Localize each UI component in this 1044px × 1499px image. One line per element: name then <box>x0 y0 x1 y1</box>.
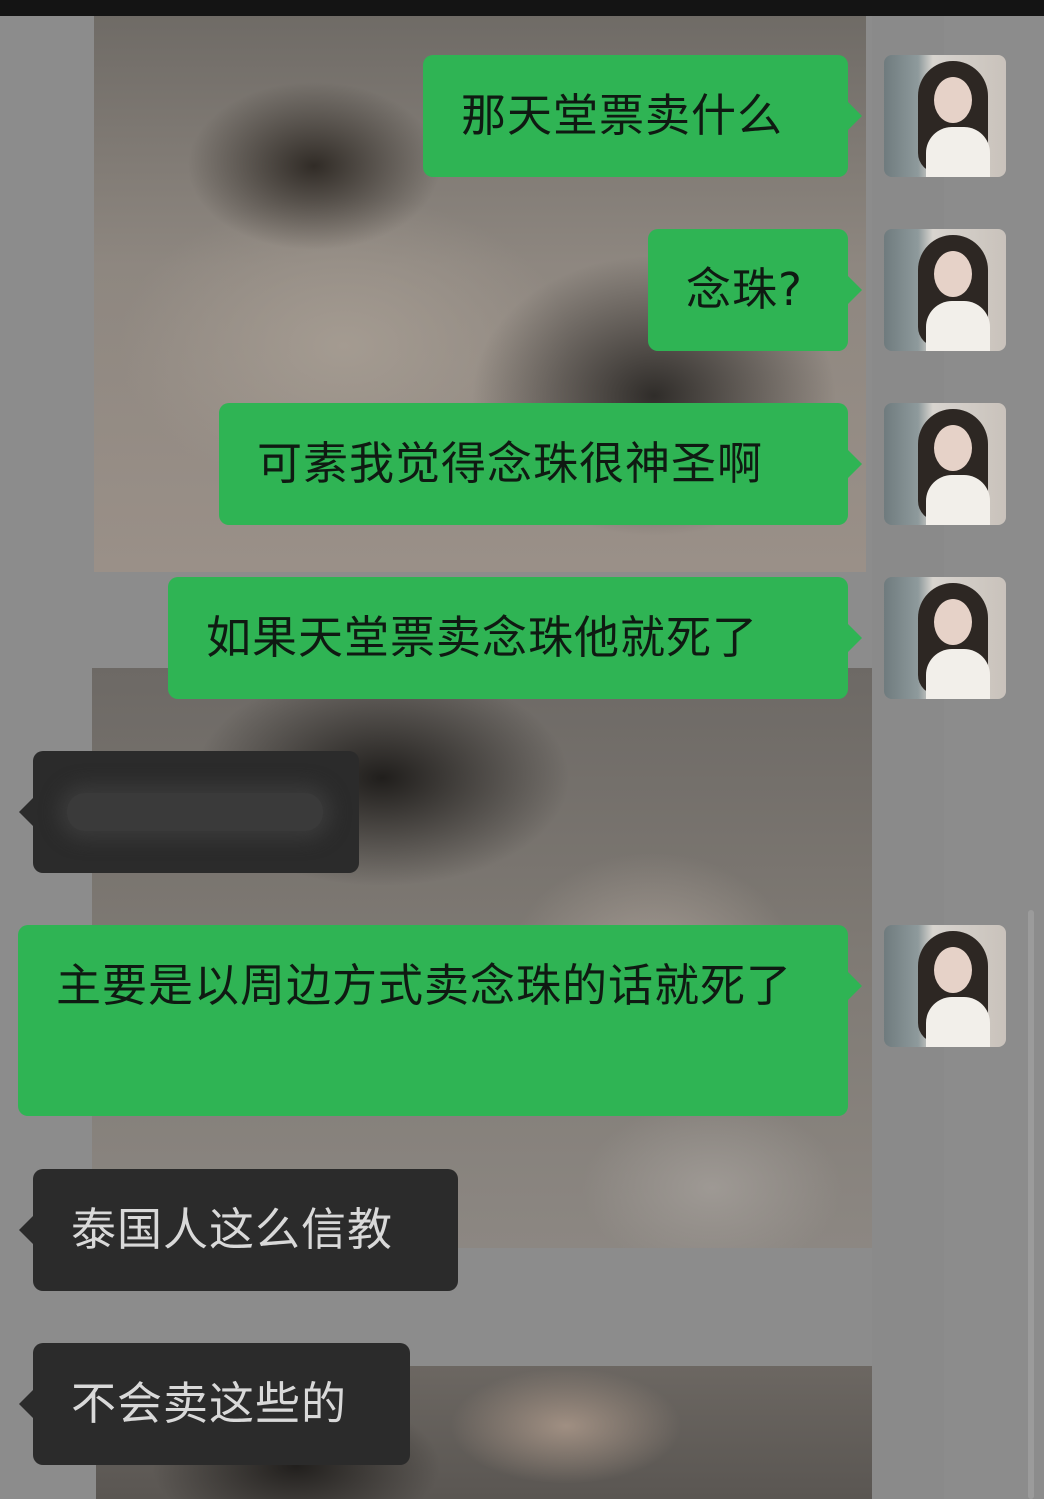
message-text: 不会卖这些的 <box>71 1377 348 1430</box>
user-avatar[interactable] <box>884 403 1006 525</box>
user-avatar[interactable] <box>884 577 1006 699</box>
received-message-bubble[interactable]: 不会卖这些的 <box>19 1343 410 1465</box>
message-text: 如果天堂票卖念珠他就死了 <box>206 611 759 664</box>
message-text: 那天堂票卖什么 <box>461 89 784 142</box>
sent-message-bubble[interactable]: 那天堂票卖什么 <box>423 55 862 177</box>
message-text: 泰国人这么信教 <box>71 1203 394 1256</box>
message-text: 念珠? <box>686 263 803 316</box>
redaction-blur <box>67 793 323 831</box>
user-avatar[interactable] <box>884 925 1006 1047</box>
user-avatar[interactable] <box>884 55 1006 177</box>
status-bar <box>0 0 1044 16</box>
received-message-bubble[interactable] <box>19 751 359 873</box>
received-message-bubble[interactable]: 泰国人这么信教 <box>19 1169 458 1291</box>
message-text: 主要是以周边方式卖念珠的话就死了 <box>56 959 793 1012</box>
user-avatar[interactable] <box>884 229 1006 351</box>
scrollbar[interactable] <box>1028 910 1034 1499</box>
sent-message-bubble[interactable]: 念珠? <box>648 229 862 351</box>
sent-message-bubble[interactable]: 如果天堂票卖念珠他就死了 <box>168 577 862 699</box>
sent-message-bubble[interactable]: 可素我觉得念珠很神圣啊 <box>219 403 862 525</box>
sent-message-bubble[interactable]: 主要是以周边方式卖念珠的话就死了 <box>18 925 862 1116</box>
message-text: 可素我觉得念珠很神圣啊 <box>257 437 764 490</box>
